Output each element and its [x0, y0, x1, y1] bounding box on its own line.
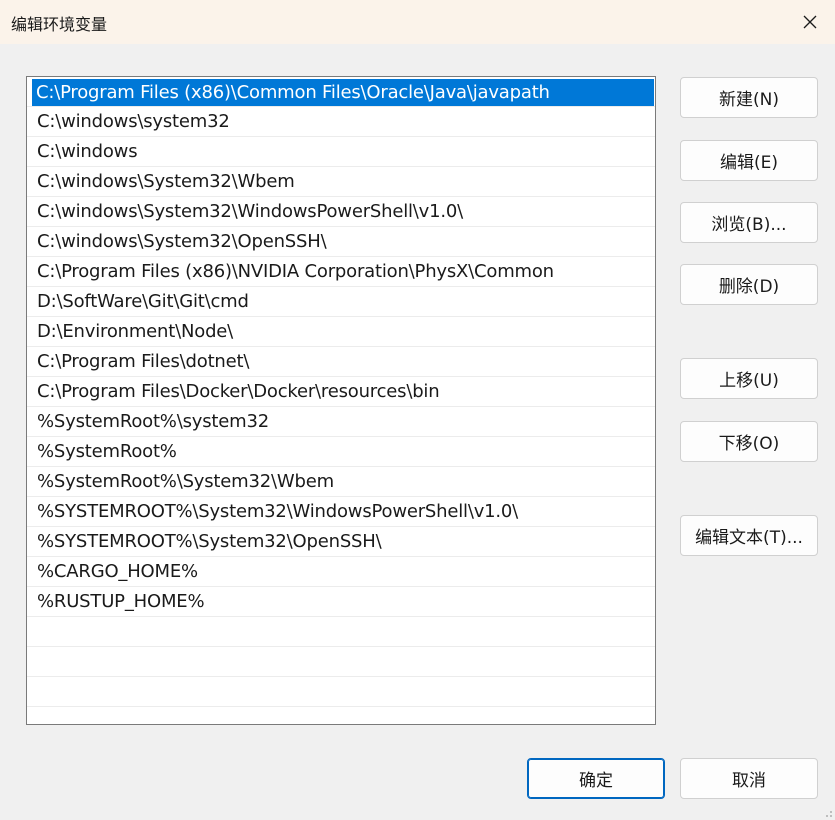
edit-button[interactable]: 编辑(E) — [680, 140, 818, 181]
list-item[interactable]: %SYSTEMROOT%\System32\WindowsPowerShell\… — [27, 497, 655, 527]
close-button[interactable] — [785, 0, 835, 44]
list-item[interactable]: C:\windows\system32 — [27, 107, 655, 137]
list-item[interactable]: C:\windows\System32\OpenSSH\ — [27, 227, 655, 257]
edit-env-var-dialog: 编辑环境变量 C:\Program Files (x86)\Common Fil… — [0, 0, 835, 820]
list-item[interactable]: %SystemRoot% — [27, 437, 655, 467]
cancel-button[interactable]: 取消 — [680, 758, 818, 799]
empty-list-row[interactable] — [27, 647, 655, 677]
close-icon — [803, 15, 817, 29]
list-item[interactable]: %SYSTEMROOT%\System32\OpenSSH\ — [27, 527, 655, 557]
list-item[interactable]: D:\Environment\Node\ — [27, 317, 655, 347]
list-item[interactable]: C:\Program Files (x86)\Common Files\Orac… — [27, 77, 655, 107]
list-item[interactable]: %RUSTUP_HOME% — [27, 587, 655, 617]
move-down-button[interactable]: 下移(O) — [680, 421, 818, 462]
list-item[interactable]: %SystemRoot%\System32\Wbem — [27, 467, 655, 497]
list-item[interactable]: D:\SoftWare\Git\Git\cmd — [27, 287, 655, 317]
ok-button[interactable]: 确定 — [527, 758, 665, 799]
list-item[interactable]: C:\windows\System32\WindowsPowerShell\v1… — [27, 197, 655, 227]
list-item[interactable]: C:\windows — [27, 137, 655, 167]
empty-list-row[interactable] — [27, 707, 655, 724]
title-bar: 编辑环境变量 — [0, 0, 835, 44]
list-item[interactable]: C:\Program Files\dotnet\ — [27, 347, 655, 377]
dialog-title: 编辑环境变量 — [11, 15, 108, 34]
empty-list-row[interactable] — [27, 617, 655, 647]
edit-text-button[interactable]: 编辑文本(T)... — [680, 515, 818, 556]
list-item[interactable]: C:\windows\System32\Wbem — [27, 167, 655, 197]
empty-list-row[interactable] — [27, 677, 655, 707]
resize-grip-icon[interactable] — [821, 806, 833, 818]
delete-button[interactable]: 删除(D) — [680, 264, 818, 305]
list-item[interactable]: %CARGO_HOME% — [27, 557, 655, 587]
move-up-button[interactable]: 上移(U) — [680, 358, 818, 399]
list-item-label: C:\Program Files (x86)\Common Files\Orac… — [32, 79, 654, 106]
list-item[interactable]: C:\Program Files\Docker\Docker\resources… — [27, 377, 655, 407]
path-list[interactable]: C:\Program Files (x86)\Common Files\Orac… — [26, 76, 656, 725]
new-button[interactable]: 新建(N) — [680, 77, 818, 118]
list-item[interactable]: C:\Program Files (x86)\NVIDIA Corporatio… — [27, 257, 655, 287]
browse-button[interactable]: 浏览(B)... — [680, 202, 818, 243]
list-item[interactable]: %SystemRoot%\system32 — [27, 407, 655, 437]
